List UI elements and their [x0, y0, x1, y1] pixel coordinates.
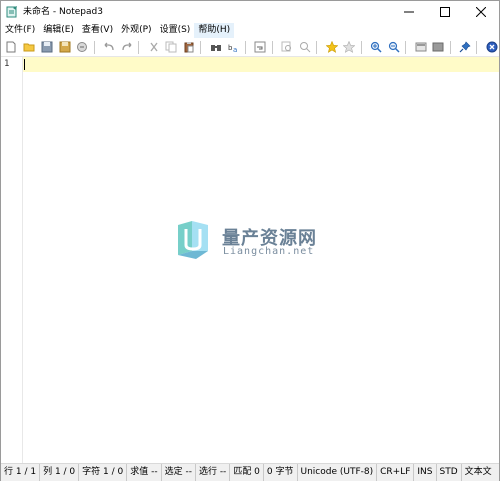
- status-chars[interactable]: 字符 1 / 0: [79, 464, 128, 481]
- menu-appearance[interactable]: 外观(P): [117, 23, 155, 38]
- zoom-in-icon: [370, 41, 382, 53]
- toolbar-separator: [93, 40, 95, 54]
- maximize-button[interactable]: [427, 1, 463, 23]
- notepad3-app-icon: [6, 6, 18, 18]
- add-favorite-button[interactable]: [342, 40, 357, 55]
- status-line[interactable]: 行 1 / 1: [1, 464, 41, 481]
- save-as-button[interactable]: [57, 40, 72, 55]
- status-selected-lines: 选行 --: [196, 464, 231, 481]
- cut-button[interactable]: [146, 40, 161, 55]
- exit-icon: [486, 41, 498, 53]
- favorites-button[interactable]: [324, 40, 339, 55]
- zoom-out-icon: [388, 41, 400, 53]
- toolbar-separator: [316, 40, 318, 54]
- exit-button[interactable]: [484, 40, 499, 55]
- window-title: 未命名 - Notepad3: [23, 7, 103, 17]
- undo-button[interactable]: [102, 40, 117, 55]
- status-doctype[interactable]: 文本文: [462, 464, 495, 481]
- menu-edit[interactable]: 编辑(E): [39, 23, 78, 38]
- customize-icon: [432, 42, 444, 52]
- watermark: 量产资源网 Liangchan.net: [178, 221, 338, 271]
- status-value: 求值 --: [127, 464, 162, 481]
- save-as-icon: [59, 41, 71, 53]
- find-button[interactable]: [208, 40, 223, 55]
- status-matches[interactable]: 匹配 0: [230, 464, 264, 481]
- new-file-button[interactable]: [4, 40, 19, 55]
- replace-icon: ba: [228, 44, 237, 53]
- toolbar-separator: [271, 40, 273, 54]
- zoom-select-button[interactable]: [297, 40, 312, 55]
- watermark-logo-icon: [178, 221, 208, 259]
- status-encoding[interactable]: Unicode (UTF-8): [298, 464, 378, 481]
- pin-icon: [459, 41, 471, 53]
- minimize-button[interactable]: [391, 1, 427, 23]
- replace-button[interactable]: ba: [226, 40, 241, 55]
- menu-view[interactable]: 查看(V): [78, 23, 117, 38]
- zoom-in-button[interactable]: [369, 40, 384, 55]
- zoom-fit-button[interactable]: [280, 40, 295, 55]
- status-bytes: 0 字节: [264, 464, 298, 481]
- word-wrap-button[interactable]: [253, 40, 268, 55]
- open-folder-icon: [23, 43, 35, 52]
- status-selected: 选定 --: [162, 464, 196, 481]
- current-line-highlight: [23, 57, 499, 72]
- menu-file[interactable]: 文件(F): [1, 23, 39, 38]
- undo-icon: [104, 42, 114, 51]
- new-file-icon: [6, 41, 16, 53]
- copy-button[interactable]: [164, 40, 179, 55]
- redo-button[interactable]: [119, 40, 134, 55]
- toolbar-separator: [200, 40, 202, 54]
- pin-button[interactable]: [458, 40, 473, 55]
- browse-button[interactable]: [75, 40, 90, 55]
- open-button[interactable]: [22, 40, 37, 55]
- status-std[interactable]: STD: [437, 464, 462, 481]
- copy-icon: [165, 41, 177, 53]
- minimize-icon: [404, 11, 414, 13]
- word-wrap-icon: [254, 41, 266, 53]
- line-number: 1: [4, 59, 10, 69]
- redo-icon: [122, 42, 132, 51]
- toolbar-separator: [360, 40, 362, 54]
- editor-area[interactable]: 1 量产资源网 Liangchan.net: [1, 57, 499, 463]
- paste-button[interactable]: [182, 40, 197, 55]
- favorites-icon: [325, 41, 338, 53]
- toolbar: ba: [1, 38, 499, 57]
- text-caret: [24, 59, 25, 70]
- maximize-icon: [440, 7, 450, 17]
- close-button[interactable]: [463, 1, 499, 23]
- zoom-search-icon: [299, 42, 311, 53]
- menu-bar: 文件(F) 编辑(E) 查看(V) 外观(P) 设置(S) 帮助(H): [1, 23, 499, 38]
- close-icon: [476, 7, 486, 17]
- toolbar-separator: [449, 40, 451, 54]
- schema-icon: [415, 42, 426, 52]
- zoom-out-button[interactable]: [386, 40, 401, 55]
- svg-text:a: a: [233, 46, 237, 53]
- customize-button[interactable]: [431, 40, 446, 55]
- zoom-fit-icon: [281, 41, 292, 52]
- window-controls: [391, 1, 499, 23]
- line-number-gutter: 1: [1, 57, 23, 463]
- paste-icon: [184, 42, 194, 53]
- menu-help[interactable]: 帮助(H): [194, 23, 235, 38]
- browse-icon: [77, 42, 88, 52]
- menu-settings[interactable]: 设置(S): [156, 23, 195, 38]
- status-ins[interactable]: INS: [414, 464, 437, 481]
- find-icon: [210, 45, 221, 51]
- watermark-subtitle: Liangchan.net: [223, 246, 315, 257]
- toolbar-separator: [405, 40, 407, 54]
- status-eol[interactable]: CR+LF: [377, 464, 415, 481]
- status-bar: 行 1 / 1 列 1 / 0 字符 1 / 0 求值 -- 选定 -- 选行 …: [1, 463, 499, 481]
- save-icon: [41, 41, 53, 53]
- title-bar[interactable]: 未命名 - Notepad3: [1, 1, 499, 23]
- cut-icon: [150, 42, 158, 52]
- save-button[interactable]: [40, 40, 55, 55]
- notepad3-window: 未命名 - Notepad3 文件(F) 编辑(E) 查看(V) 外观(P) 设…: [0, 0, 500, 481]
- toolbar-separator: [138, 40, 140, 54]
- status-column[interactable]: 列 1 / 0: [40, 464, 80, 481]
- add-favorite-icon: [343, 41, 356, 53]
- schema-button[interactable]: [413, 40, 428, 55]
- toolbar-separator: [476, 40, 478, 54]
- toolbar-separator: [244, 40, 246, 54]
